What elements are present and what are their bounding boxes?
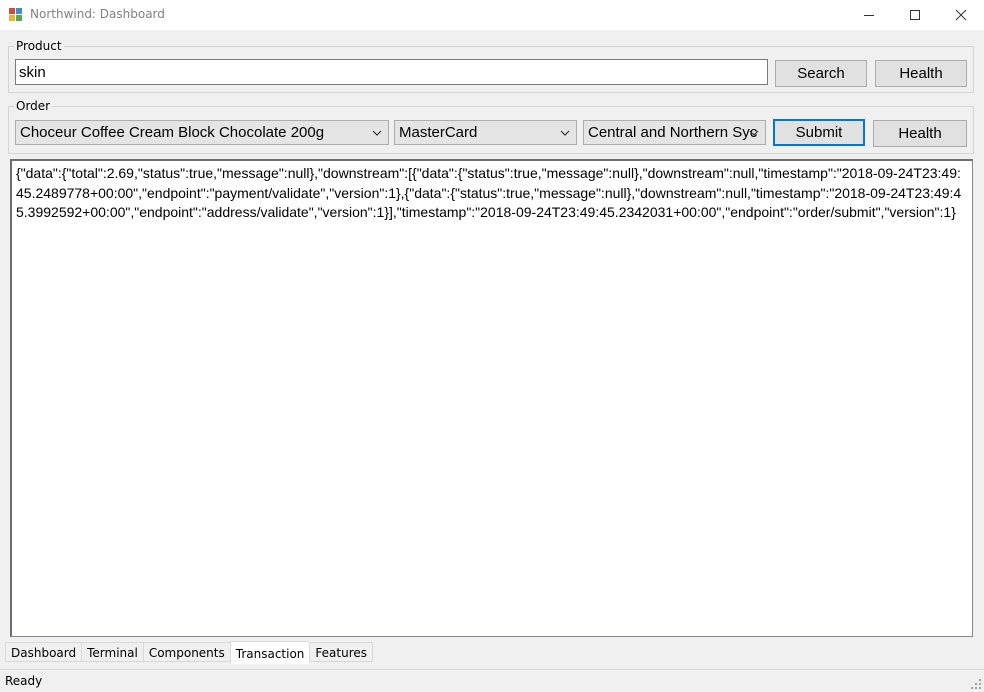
payment-select[interactable]: MasterCard: [394, 120, 577, 145]
minimize-button[interactable]: [846, 0, 892, 30]
search-button[interactable]: Search: [775, 60, 867, 87]
maximize-icon: [910, 10, 920, 20]
tab-components[interactable]: Components: [142, 642, 230, 662]
window-title: Northwind: Dashboard: [30, 7, 165, 21]
product-group-label: Product: [16, 39, 62, 53]
chevron-down-icon: [560, 130, 570, 136]
product-select-value: Choceur Coffee Cream Block Chocolate 200…: [20, 124, 325, 141]
submit-button[interactable]: Submit: [773, 119, 865, 146]
product-health-button[interactable]: Health: [875, 60, 967, 87]
tab-transaction[interactable]: Transaction: [229, 641, 310, 664]
close-button[interactable]: [938, 0, 984, 30]
status-bar: Ready: [0, 669, 984, 692]
address-select[interactable]: Central and Northern Syc: [583, 120, 766, 145]
response-output-textarea[interactable]: {"data":{"total":2.69,"status":true,"mes…: [10, 159, 973, 637]
product-search-input[interactable]: skin: [15, 59, 768, 85]
chevron-down-icon: [372, 130, 382, 136]
product-select[interactable]: Choceur Coffee Cream Block Chocolate 200…: [15, 120, 389, 145]
tab-terminal[interactable]: Terminal: [81, 642, 143, 662]
bottom-tab-strip: Dashboard Terminal Components Transactio…: [5, 641, 374, 664]
maximize-button[interactable]: [892, 0, 938, 30]
minimize-icon: [864, 15, 874, 16]
order-group-label: Order: [16, 99, 51, 113]
order-health-button[interactable]: Health: [873, 120, 967, 147]
tab-features[interactable]: Features: [309, 642, 374, 662]
address-select-value: Central and Northern Syc: [588, 124, 758, 141]
status-text: Ready: [5, 674, 43, 688]
title-bar: Northwind: Dashboard: [0, 0, 984, 30]
chevron-down-icon: [749, 130, 759, 136]
tab-dashboard[interactable]: Dashboard: [5, 642, 82, 662]
app-window-icon: [9, 8, 23, 22]
resize-grip-icon[interactable]: [971, 679, 981, 689]
payment-select-value: MasterCard: [399, 124, 478, 141]
close-icon: [955, 9, 967, 21]
